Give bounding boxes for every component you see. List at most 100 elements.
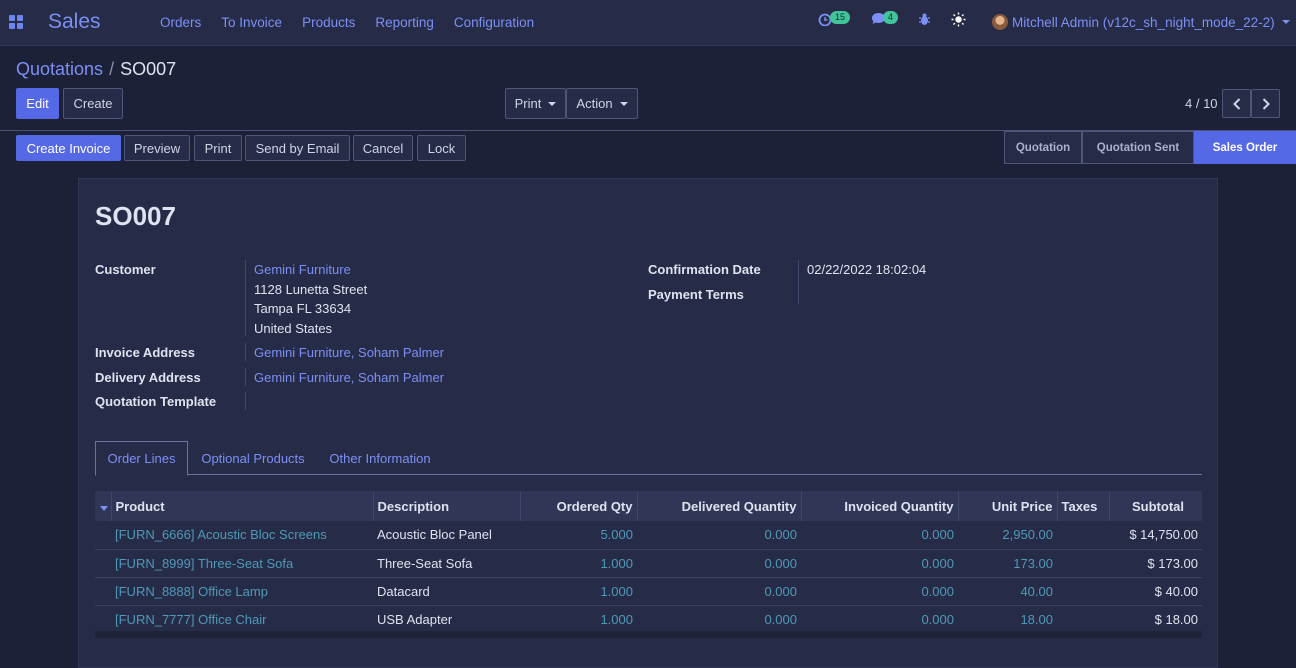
line-invoiced-qty: 0.000: [801, 605, 958, 634]
line-delivered-qty: 0.000: [637, 605, 801, 634]
action-dropdown-label: Action: [576, 96, 613, 111]
messages-button[interactable]: 4: [871, 11, 899, 29]
stage-sales-order[interactable]: Sales Order: [1194, 131, 1296, 164]
line-subtotal: $ 14,750.00: [1109, 521, 1202, 550]
menu-item-orders[interactable]: Orders: [160, 15, 201, 30]
sequence-handle-header[interactable]: [95, 491, 112, 521]
line-taxes: [1057, 577, 1109, 606]
customer-label: Customer: [95, 262, 156, 277]
user-name: Mitchell Admin (v12c_sh_night_mode_22-2): [1012, 14, 1275, 30]
order-lines-table: Product Description Ordered Qty Delivere…: [95, 491, 1202, 634]
chevron-left-icon: [1232, 97, 1240, 110]
stage-quotation-sent[interactable]: Quotation Sent: [1082, 131, 1194, 164]
line-unit-price: 173.00: [958, 549, 1057, 578]
chevron-down-icon: [548, 101, 557, 106]
column-subtotal[interactable]: Subtotal: [1109, 491, 1202, 521]
menu-item-products[interactable]: Products: [302, 15, 355, 30]
column-ordered-qty[interactable]: Ordered Qty: [520, 491, 638, 521]
debug-button[interactable]: [918, 12, 931, 29]
column-invoiced-quantity[interactable]: Invoiced Quantity: [801, 491, 959, 521]
table-row[interactable]: [FURN_8888] Office Lamp Datacard 1.000 0…: [95, 577, 1202, 606]
table-footer: [95, 631, 1202, 638]
activity-button[interactable]: 15: [818, 11, 851, 29]
chevron-down-icon: [619, 101, 628, 106]
line-description: USB Adapter: [373, 605, 520, 634]
tab-optional-products[interactable]: Optional Products: [192, 441, 314, 475]
top-navbar: Sales Orders To Invoice Products Reporti…: [0, 0, 1296, 46]
field-separator: [245, 260, 246, 336]
menu-item-reporting[interactable]: Reporting: [375, 15, 434, 30]
confirmation-date-value: 02/22/2022 18:02:04: [807, 262, 927, 277]
row-handle[interactable]: [95, 605, 111, 634]
invoice-address-link[interactable]: Gemini Furniture, Soham Palmer: [254, 345, 444, 360]
breadcrumb-quotations[interactable]: Quotations: [16, 59, 103, 79]
line-unit-price: 40.00: [958, 577, 1057, 606]
notebook-tabs: Order Lines Optional Products Other Info…: [95, 441, 1202, 476]
column-description[interactable]: Description: [373, 491, 521, 521]
menu-item-to-invoice[interactable]: To Invoice: [221, 15, 282, 30]
line-delivered-qty: 0.000: [637, 521, 801, 550]
menu-item-configuration[interactable]: Configuration: [454, 15, 534, 30]
column-unit-price[interactable]: Unit Price: [958, 491, 1058, 521]
line-subtotal: $ 173.00: [1109, 549, 1202, 578]
customer-link[interactable]: Gemini Furniture: [254, 262, 351, 277]
print-dropdown[interactable]: Print: [505, 88, 566, 119]
preview-button[interactable]: Preview: [124, 135, 190, 161]
quotation-template-label: Quotation Template: [95, 394, 217, 409]
app-name[interactable]: Sales: [48, 10, 101, 34]
line-taxes: [1057, 521, 1109, 550]
breadcrumb-current: SO007: [120, 59, 177, 79]
table-row[interactable]: [FURN_8999] Three-Seat Sofa Three-Seat S…: [95, 549, 1202, 578]
cancel-button[interactable]: Cancel: [353, 135, 413, 161]
table-row[interactable]: [FURN_6666] Acoustic Bloc Screens Acoust…: [95, 521, 1202, 550]
field-separator: [245, 343, 246, 361]
delivery-address-link[interactable]: Gemini Furniture, Soham Palmer: [254, 370, 444, 385]
field-separator: [798, 260, 799, 304]
line-description: Acoustic Bloc Panel: [373, 521, 520, 550]
apps-menu-icon[interactable]: [9, 15, 23, 29]
column-delivered-quantity[interactable]: Delivered Quantity: [637, 491, 802, 521]
stage-quotation[interactable]: Quotation: [1004, 131, 1082, 164]
row-handle[interactable]: [95, 521, 111, 550]
line-product[interactable]: [FURN_8999] Three-Seat Sofa: [111, 549, 373, 578]
line-taxes: [1057, 549, 1109, 578]
line-product[interactable]: [FURN_6666] Acoustic Bloc Screens: [111, 521, 373, 550]
send-by-email-button[interactable]: Send by Email: [245, 135, 350, 161]
row-handle[interactable]: [95, 577, 111, 606]
line-invoiced-qty: 0.000: [801, 521, 958, 550]
row-handle[interactable]: [95, 549, 111, 578]
create-button[interactable]: Create: [63, 88, 123, 119]
night-mode-toggle[interactable]: [951, 12, 966, 30]
print-dropdown-label: Print: [514, 96, 542, 111]
action-dropdown[interactable]: Action: [566, 88, 638, 119]
create-invoice-button[interactable]: Create Invoice: [16, 135, 121, 161]
pager-next-button[interactable]: [1251, 89, 1280, 118]
tab-order-lines[interactable]: Order Lines: [95, 441, 188, 476]
form-sheet: SO007 Customer Gemini Furniture 1128 Lun…: [78, 178, 1218, 668]
chevron-right-icon: [1262, 97, 1270, 110]
line-description: Three-Seat Sofa: [373, 549, 520, 578]
edit-button[interactable]: Edit: [16, 88, 59, 119]
line-product[interactable]: [FURN_7777] Office Chair: [111, 605, 373, 634]
lock-button[interactable]: Lock: [417, 135, 466, 161]
column-product[interactable]: Product: [111, 491, 374, 521]
line-delivered-qty: 0.000: [637, 577, 801, 606]
customer-street: 1128 Lunetta Street: [254, 282, 368, 297]
order-name: SO007: [95, 201, 176, 231]
payment-terms-label: Payment Terms: [648, 287, 744, 302]
line-ordered-qty: 5.000: [520, 521, 637, 550]
table-row[interactable]: [FURN_7777] Office Chair USB Adapter 1.0…: [95, 605, 1202, 634]
print-button[interactable]: Print: [194, 135, 242, 161]
bug-icon: [919, 13, 930, 25]
line-unit-price: 18.00: [958, 605, 1057, 634]
column-taxes[interactable]: Taxes: [1057, 491, 1110, 521]
user-menu[interactable]: Mitchell Admin (v12c_sh_night_mode_22-2): [992, 14, 1290, 30]
tab-other-information[interactable]: Other Information: [322, 441, 438, 475]
line-ordered-qty: 1.000: [520, 577, 637, 606]
pager-previous-button[interactable]: [1222, 89, 1251, 118]
pager-value[interactable]: 4 / 10: [1185, 96, 1218, 111]
line-product[interactable]: [FURN_8888] Office Lamp: [111, 577, 373, 606]
line-invoiced-qty: 0.000: [801, 549, 958, 578]
sort-caret-icon: [100, 505, 109, 511]
line-taxes: [1057, 605, 1109, 634]
